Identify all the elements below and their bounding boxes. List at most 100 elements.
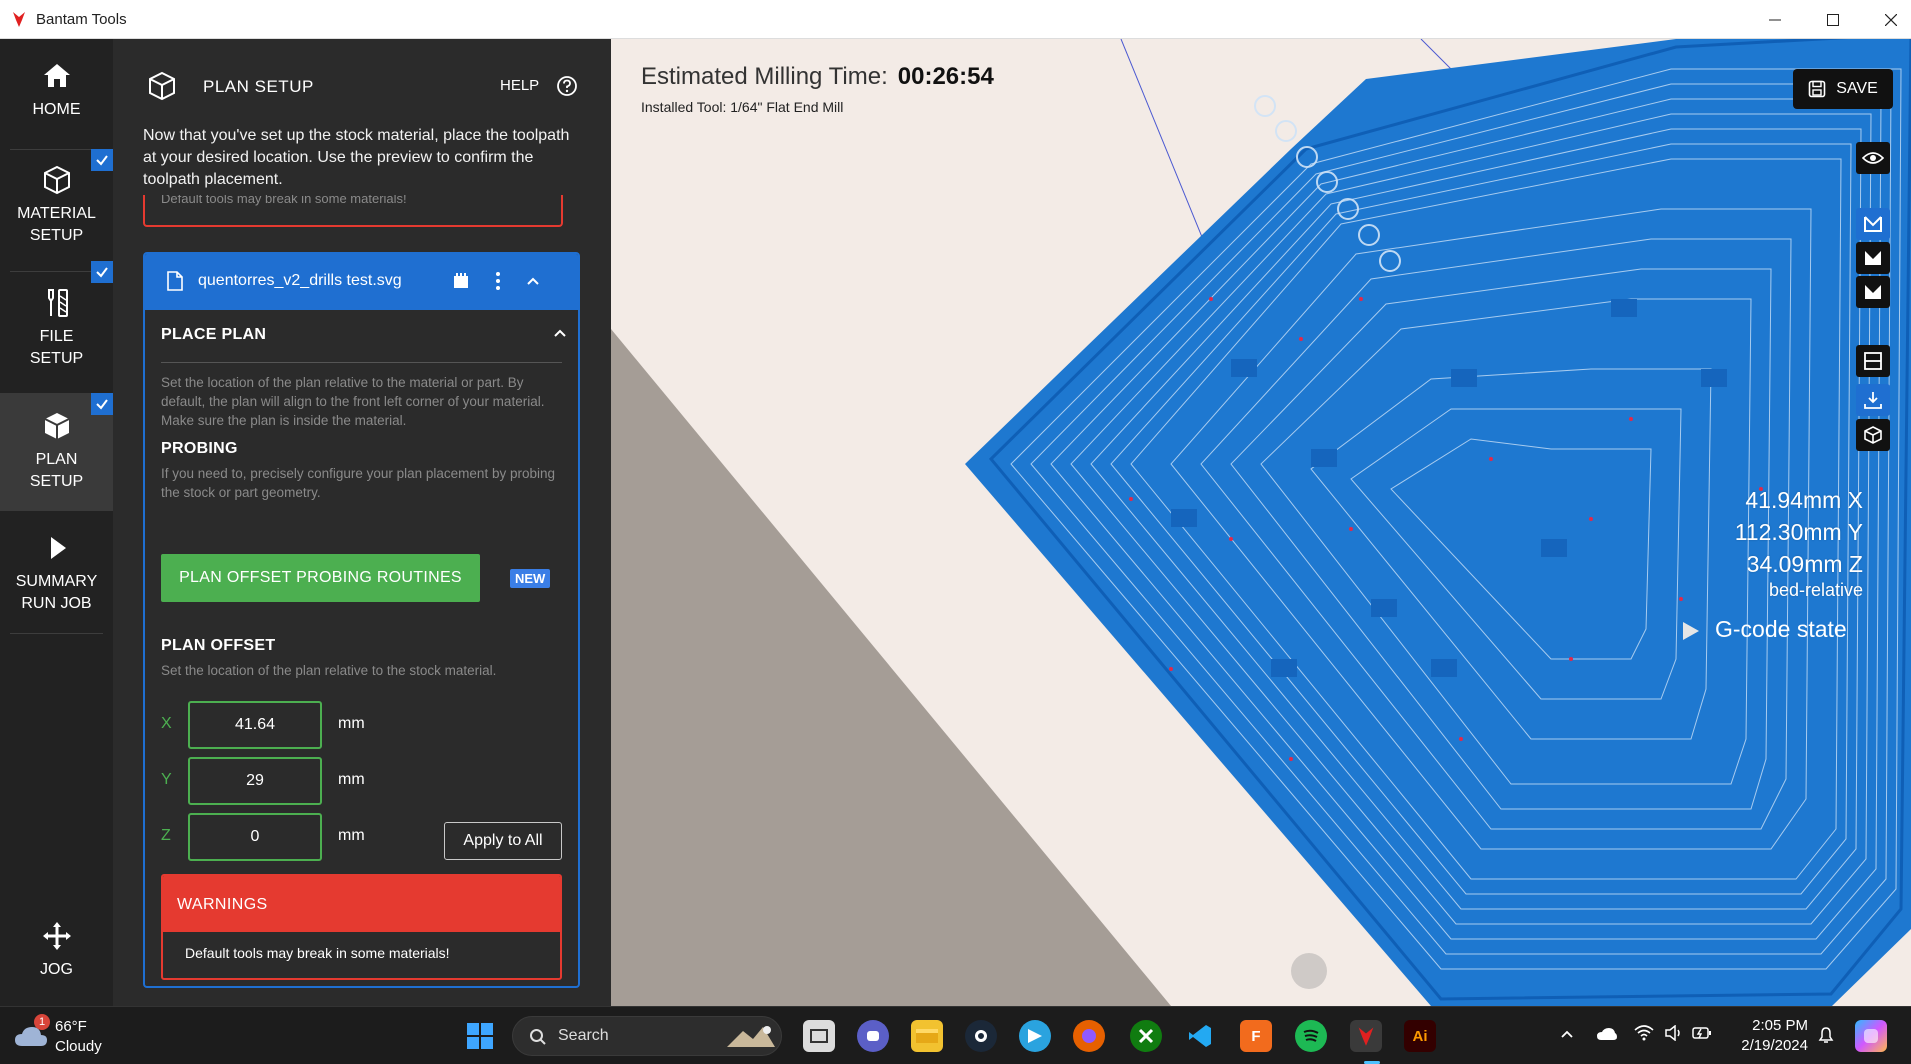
xbox-app[interactable] — [1130, 1020, 1162, 1052]
material-bag-icon[interactable] — [451, 270, 471, 290]
tool-coordinates: 41.94mm X 112.30mm Y 34.09mm Z bed-relat… — [1735, 484, 1863, 600]
fusion-app[interactable]: F — [1240, 1020, 1272, 1052]
nav-file-setup[interactable]: FILE SETUP — [0, 286, 113, 370]
weather-condition: Cloudy — [55, 1038, 102, 1055]
view-toolpath-layer-2[interactable] — [1856, 242, 1890, 274]
nav-material-setup[interactable]: MATERIAL SETUP — [0, 163, 113, 247]
installed-tool: Installed Tool: 1/64" Flat End Mill — [641, 99, 844, 115]
top-view-icon — [1864, 352, 1882, 370]
file-tools-icon — [47, 289, 68, 317]
clock-time: 2:05 PM — [1752, 1017, 1808, 1034]
offset-y-unit: mm — [338, 771, 365, 788]
close-button[interactable] — [1862, 0, 1911, 39]
gcode-state-label: G-code state — [1715, 616, 1847, 642]
bantam-taskbar-icon — [1358, 1027, 1374, 1046]
wifi-icon[interactable] — [1634, 1025, 1654, 1041]
system-clock[interactable]: 2:05 PM 2/19/2024 — [1720, 1016, 1808, 1056]
previous-card-warning: Default tools may break in some material… — [143, 195, 563, 227]
warnings-box: WARNINGS Default tools may break in some… — [161, 874, 562, 980]
chevron-up-icon[interactable] — [526, 274, 540, 288]
xbox-icon — [1138, 1028, 1154, 1044]
search-label: Search — [558, 1027, 609, 1044]
spotify-app[interactable] — [1295, 1020, 1327, 1052]
view-top-button[interactable] — [1856, 345, 1890, 377]
file-explorer-app[interactable] — [911, 1020, 943, 1052]
previous-warning-text: Default tools may break in some material… — [161, 195, 407, 206]
offset-z-label: Z — [161, 827, 171, 844]
material-complete-check-icon — [91, 149, 113, 171]
task-view-app[interactable] — [803, 1020, 835, 1052]
material-cube-icon — [43, 165, 70, 195]
nav-material-label-2: SETUP — [29, 227, 84, 244]
est-value: 00:26:54 — [897, 63, 994, 90]
telegram-app[interactable] — [1019, 1020, 1051, 1052]
teams-app[interactable] — [857, 1020, 889, 1052]
visibility-toggle[interactable] — [1856, 142, 1890, 174]
offset-x-unit: mm — [338, 715, 365, 732]
minimize-icon — [1769, 19, 1781, 20]
more-options-icon[interactable] — [494, 270, 502, 292]
windows-taskbar: 1 66°F Cloudy Search F Ai 2:05 PM 2/19/2… — [0, 1006, 1911, 1064]
clock-date: 2/19/2024 — [1741, 1037, 1808, 1054]
onedrive-icon[interactable] — [1596, 1027, 1618, 1041]
nav-home[interactable]: HOME — [0, 59, 113, 121]
view-toolpath-layer-1[interactable] — [1856, 208, 1890, 240]
vscode-icon — [1189, 1025, 1211, 1047]
spotify-icon — [1303, 1029, 1319, 1042]
minimize-button[interactable] — [1746, 0, 1804, 39]
search-icon — [530, 1029, 546, 1045]
firefox-app[interactable] — [1073, 1020, 1105, 1052]
weather-temp: 66°F — [55, 1018, 87, 1035]
nav-divider — [10, 149, 103, 150]
left-nav: HOME MATERIAL SETUP FILE SETUP PLAN SETU… — [0, 39, 113, 1006]
offset-y-input[interactable] — [188, 757, 322, 805]
nav-plan-label-1: PLAN — [35, 451, 78, 468]
illustrator-app[interactable]: Ai — [1404, 1020, 1436, 1052]
vscode-app[interactable] — [1184, 1020, 1216, 1052]
start-button[interactable] — [464, 1020, 496, 1052]
iso-cube-icon — [1864, 426, 1882, 444]
steam-app[interactable] — [965, 1020, 997, 1052]
nav-file-label-2: SETUP — [29, 350, 84, 367]
plan-complete-check-icon — [91, 393, 113, 415]
view-iso-button[interactable] — [1856, 419, 1890, 451]
bantam-tools-app[interactable] — [1350, 1020, 1382, 1052]
file-card-header[interactable]: quentorres_v2_drills test.svg — [145, 254, 578, 310]
taskbar-search[interactable]: Search — [512, 1016, 782, 1056]
help-link[interactable]: HELP — [500, 77, 539, 94]
offset-z-input[interactable] — [188, 813, 322, 861]
apply-to-all-button[interactable]: Apply to All — [444, 822, 562, 860]
toolpath-3d-viewport[interactable]: Estimated Milling Time: 00:26:54 Installe… — [611, 39, 1911, 1006]
nav-jog[interactable]: JOG — [0, 919, 113, 981]
volume-icon[interactable] — [1664, 1025, 1682, 1041]
view-toolpath-layer-3[interactable] — [1856, 276, 1890, 308]
nav-file-label-1: FILE — [39, 328, 74, 345]
windows-logo-icon — [467, 1023, 493, 1049]
copilot-button[interactable] — [1855, 1020, 1887, 1052]
file-name: quentorres_v2_drills test.svg — [198, 272, 402, 289]
nav-summary-run-job[interactable]: SUMMARY RUN JOB — [0, 531, 113, 615]
offset-y-label: Y — [161, 771, 172, 788]
coord-z: 34.09mm Z — [1746, 551, 1863, 577]
tray-overflow-chevron-icon[interactable] — [1560, 1029, 1574, 1039]
view-front-button[interactable] — [1856, 384, 1890, 416]
maximize-icon — [1827, 13, 1839, 26]
help-circle-icon[interactable] — [556, 75, 578, 97]
notification-bell-icon[interactable] — [1816, 1025, 1836, 1045]
file-card: quentorres_v2_drills test.svg PLACE PLAN… — [143, 252, 580, 988]
battery-icon[interactable] — [1692, 1025, 1712, 1041]
weather-widget[interactable]: 1 66°F Cloudy — [14, 1014, 124, 1058]
panel-title: PLAN SETUP — [203, 77, 314, 96]
offset-x-input[interactable] — [188, 701, 322, 749]
place-plan-collapse-icon[interactable] — [553, 326, 567, 340]
steam-icon — [975, 1030, 987, 1042]
plan-offset-description: Set the location of the plan relative to… — [161, 663, 497, 678]
plan-setup-panel: PLAN SETUP HELP Now that you've set up t… — [113, 39, 611, 1006]
plan-setup-box-icon — [149, 71, 175, 101]
save-button[interactable]: SAVE — [1793, 69, 1893, 109]
gcode-state-toggle[interactable]: G-code state — [1683, 616, 1847, 643]
nav-home-label: HOME — [32, 101, 81, 118]
plan-offset-probing-button[interactable]: PLAN OFFSET PROBING ROUTINES — [161, 554, 480, 602]
maximize-button[interactable] — [1804, 0, 1862, 39]
plan-offset-title: PLAN OFFSET — [161, 637, 276, 654]
